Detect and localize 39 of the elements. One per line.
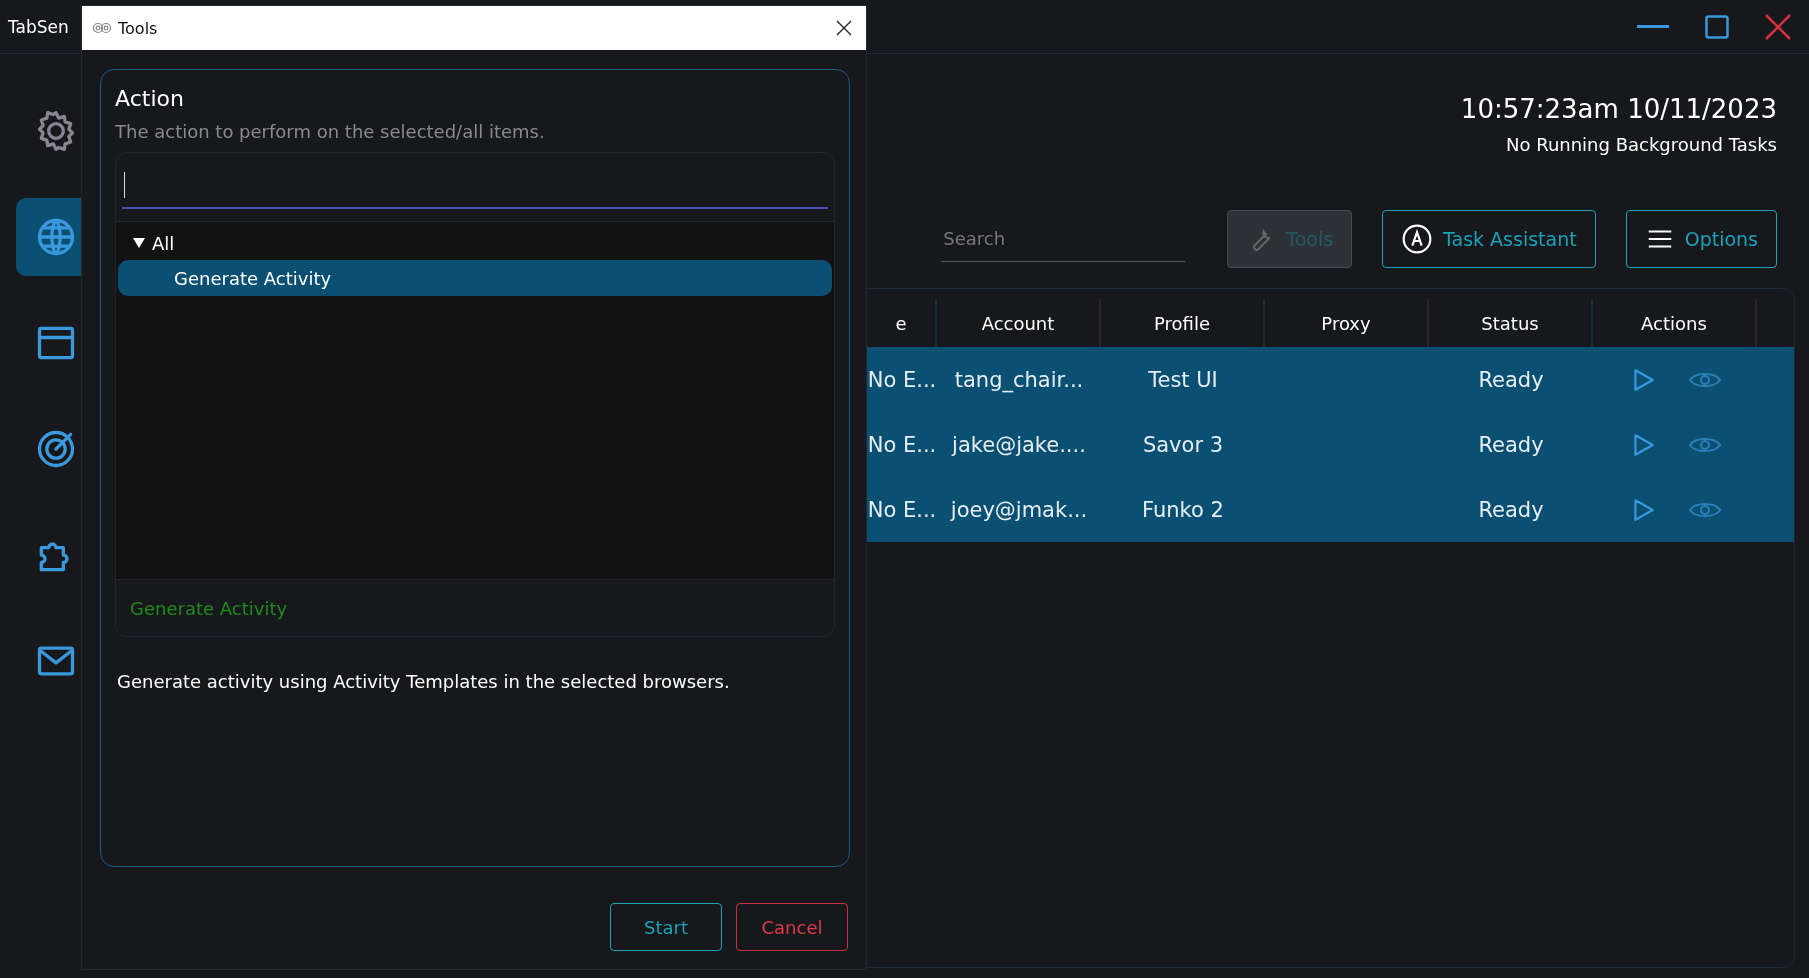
tree-group[interactable]: All — [118, 228, 832, 258]
table-row[interactable]: No E... tang_chair... Test UI Ready — [867, 347, 1794, 412]
minimize-icon[interactable] — [1637, 24, 1669, 29]
chosen-action: Generate Activity — [116, 579, 834, 636]
table-cell-text: Ready — [1477, 431, 1545, 459]
table-cell-text: Funko 2 — [1141, 496, 1225, 524]
table-cell-text: No E... — [867, 496, 937, 524]
start-button[interactable]: Start — [610, 903, 722, 951]
sidebar-item[interactable] — [16, 198, 81, 276]
table-cell-text: Ready — [1477, 366, 1545, 394]
section-description: The action to perform on the selected/all items. — [115, 121, 546, 142]
search-field[interactable]: Search — [941, 216, 1186, 262]
table-cell-text: No E... — [867, 366, 937, 394]
table-cell-text: jake@jake.... — [950, 431, 1087, 459]
table-cell-text: tang_chair... — [953, 366, 1085, 395]
tree-item[interactable]: Generate Activity — [118, 260, 832, 296]
background-task-status: No Running Background Tasks — [1506, 134, 1777, 155]
cancel-button[interactable]: Cancel — [736, 903, 848, 951]
caret-down-icon[interactable] — [132, 237, 146, 249]
maximize-icon[interactable] — [1705, 14, 1729, 39]
app-title: TabSen — [7, 16, 69, 37]
table-cell-text: No E... — [867, 431, 937, 459]
dialog-title: Tools — [118, 18, 158, 38]
letter-a-circle-icon — [1401, 223, 1434, 255]
close-icon[interactable] — [1765, 13, 1791, 40]
table-cell-text: Test UI — [1147, 366, 1219, 394]
table-cell-text: Savor 3 — [1141, 431, 1225, 459]
clock-time: 10:57:23am 10/11/2023 — [1460, 94, 1777, 124]
gears-icon — [92, 21, 112, 35]
table-row[interactable]: No E... joey@jmak... Funko 2 Ready — [867, 477, 1794, 542]
text-cursor — [124, 172, 125, 198]
tree-group-label: All — [152, 232, 175, 254]
assistant-button[interactable]: Task Assistant — [1382, 210, 1596, 268]
action-details: Generate activity using Activity Templates in the selected browsers. — [116, 671, 731, 692]
options-button[interactable]: Options — [1625, 210, 1777, 268]
table-cell-text: Ready — [1477, 496, 1545, 524]
section-title: Action — [115, 86, 185, 111]
table-row[interactable]: No E... jake@jake.... Savor 3 Ready — [867, 412, 1794, 477]
table-cell-text: joey@jmak... — [949, 496, 1089, 524]
